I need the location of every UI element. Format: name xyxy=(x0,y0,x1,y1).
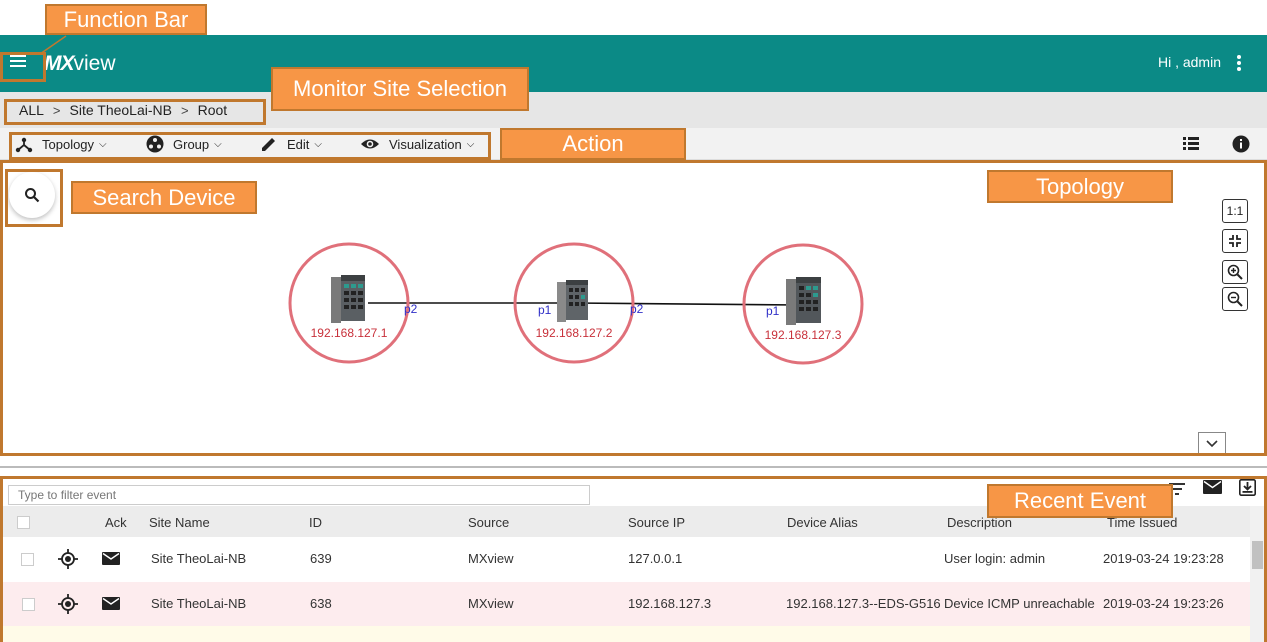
topology-highlight xyxy=(0,160,1267,456)
action-highlight xyxy=(9,132,491,160)
app-bar: MXview Hi , admin xyxy=(0,35,1267,92)
topology-callout: Topology xyxy=(987,170,1173,203)
function-bar-callout: Function Bar xyxy=(45,4,207,35)
panel-splitter[interactable] xyxy=(0,466,1267,468)
info-icon[interactable] xyxy=(1232,135,1250,158)
list-view-icon[interactable] xyxy=(1183,135,1199,156)
monitor-site-selection-callout: Monitor Site Selection xyxy=(271,67,529,111)
action-callout: Action xyxy=(500,128,686,160)
callout-leader xyxy=(39,35,67,55)
more-vert-icon[interactable] xyxy=(1233,53,1245,73)
mxview-app: MXview Hi , admin ALL > Site TheoLai-NB … xyxy=(0,0,1267,642)
recent-event-callout: Recent Event xyxy=(987,484,1173,518)
site-selection-highlight xyxy=(4,99,266,125)
function-bar-highlight xyxy=(0,52,46,82)
user-greeting[interactable]: Hi , admin xyxy=(1158,54,1221,70)
